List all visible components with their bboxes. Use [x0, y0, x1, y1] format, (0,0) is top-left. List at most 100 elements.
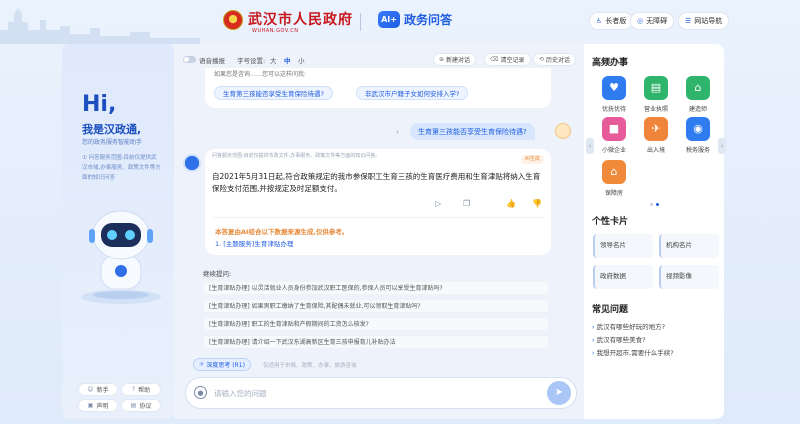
voice-toggle[interactable] — [183, 56, 196, 63]
header-divider — [360, 13, 361, 31]
font-size-medium[interactable]: 中 — [284, 55, 291, 65]
agreement-icon: ▤ — [130, 402, 137, 409]
ai-title: 政务问答 — [404, 13, 453, 27]
answer-divider — [212, 217, 544, 218]
clear-button[interactable]: ⌫ 清空记录 — [484, 53, 531, 66]
elder-icon: ♿ — [596, 17, 603, 25]
microphone-icon[interactable]: ● — [194, 386, 207, 399]
play-audio-icon[interactable]: ▷ — [435, 199, 441, 208]
skyline-decoration — [0, 8, 200, 44]
service-label: 小微企业 — [601, 147, 626, 154]
passport-icon: ✈ — [644, 117, 668, 141]
follow-up-question[interactable]: [生育津贴办理] 如果男职工缴纳了生育保险,其配偶未就业,可以领取生育津贴吗? — [203, 299, 549, 313]
help-button[interactable]: ? 帮助 — [121, 383, 161, 396]
faq-title: 常见问题 — [592, 305, 629, 315]
resend-icon[interactable]: ‹ — [396, 128, 399, 136]
assistant-intro: 我是汉政通, — [82, 123, 142, 136]
carousel-next-icon[interactable]: › — [718, 138, 726, 154]
barrier-free-button[interactable]: ◎ 无障碍 — [630, 12, 675, 30]
deep-think-toggle[interactable]: ⚛ 深度思考 (R1) — [193, 358, 251, 371]
agreement-button[interactable]: ▤ 协议 — [121, 399, 161, 412]
history-button[interactable]: ⟲ 历史对话 — [533, 53, 577, 66]
bot-avatar — [183, 154, 201, 172]
service-label: 出入境 — [646, 147, 665, 154]
service-item[interactable]: ✈ 出入境 — [638, 117, 674, 154]
carousel-prev-icon[interactable]: ‹ — [586, 138, 594, 154]
font-size-small[interactable]: 小 — [298, 55, 305, 65]
faq-item[interactable]: 我想开超市,需要什么手续? — [592, 347, 674, 357]
follow-up-question[interactable]: [生育津贴办理] 职工的生育津贴和产假期间的工资怎么核发? — [203, 317, 549, 331]
statement-label: 声明 — [96, 403, 109, 410]
site-nav-button[interactable]: ☰ 网站导航 — [678, 12, 730, 30]
carousel-dot[interactable] — [650, 203, 653, 206]
enterprise-icon: ■ — [602, 117, 626, 141]
org-card[interactable]: 机构名片 — [659, 234, 719, 258]
follow-up-question[interactable]: [生育津贴办理] 请介绍一下武汉东湖高新区生育三孩申报育儿补贴办法 — [203, 335, 549, 349]
thumbs-down-icon[interactable]: 👎 — [532, 199, 542, 208]
history-label: 历史对话 — [546, 57, 571, 64]
suggested-question-chip[interactable]: 生育第三孩能否享受生育保险待遇? — [214, 86, 333, 100]
hot-services-title: 高频办事 — [592, 58, 629, 68]
voice-label: 语音播报 — [199, 57, 225, 65]
site-nav-label: 网站导航 — [694, 17, 723, 25]
font-size-large[interactable]: 大 — [270, 55, 277, 65]
send-button[interactable]: ➤ — [547, 381, 571, 405]
video-card[interactable]: 视频影像 — [659, 265, 719, 289]
deep-think-hint: 仅适用于市情、政策、办事、旅游咨询 — [263, 363, 357, 369]
suggested-question-chip[interactable]: 非武汉市户籍子女如何安排入学? — [356, 86, 469, 100]
cards-title: 个性卡片 — [592, 217, 629, 227]
tax-icon: ◉ — [686, 117, 710, 141]
service-label: 优抚优待 — [601, 106, 626, 113]
carousel-dots — [650, 203, 659, 206]
service-label: 保障房 — [604, 190, 623, 197]
statement-button[interactable]: ▣ 声明 — [78, 399, 118, 412]
answer-scope-note: 问答服务范围:目前仅提供市政文件,办事服务、政策文件等方面的知识问答。 — [212, 153, 381, 159]
carousel-dot-active[interactable] — [656, 203, 659, 206]
clear-label: 清空记录 — [500, 57, 525, 64]
barrier-free-label: 无障碍 — [646, 17, 668, 25]
thumbs-up-icon[interactable]: 👍 — [506, 199, 516, 208]
newbie-button[interactable]: ☺ 新手 — [78, 383, 118, 396]
service-item[interactable]: ⌂ 建造师 — [680, 76, 716, 113]
user-avatar — [555, 123, 571, 139]
question-input[interactable] — [214, 386, 534, 400]
deep-think-label: 深度思考 (R1) — [206, 362, 245, 369]
leader-card[interactable]: 领导名片 — [593, 234, 653, 258]
license-icon: ▤ — [644, 76, 668, 100]
assistant-subtitle: 您的政务服务智能助手 — [82, 139, 143, 146]
service-item[interactable]: ■ 小微企业 — [596, 117, 632, 154]
faq-item[interactable]: 武汉有哪些美食? — [592, 334, 646, 344]
service-item[interactable]: ◉ 税务服务 — [680, 117, 716, 154]
copy-icon[interactable]: ❐ — [463, 199, 470, 208]
site-nav-icon: ☰ — [685, 17, 692, 25]
answer-text: 自2021年5月31日起,符合政策规定的我市参保职工生育三孩的生育医疗费用和生育… — [212, 172, 541, 193]
new-chat-icon: ⊕ — [439, 56, 445, 63]
gov-url: WUHAN.GOV.CN — [252, 28, 299, 34]
deep-think-icon: ⚛ — [199, 361, 205, 368]
reference-link[interactable]: 1. [主题服务]生育津贴办理 — [215, 238, 293, 248]
gov-data-card[interactable]: 政府数据 — [593, 265, 653, 289]
newbie-label: 新手 — [96, 387, 109, 394]
faq-item[interactable]: 武汉有哪些好玩的地方? — [592, 321, 665, 331]
send-icon: ➤ — [554, 387, 564, 398]
reference-title: 本答复由AI结合以下数据来源生成,仅供参考。 — [215, 228, 349, 236]
new-chat-button[interactable]: ⊕ 新建对话 — [433, 53, 477, 66]
elder-label: 长者版 — [605, 17, 627, 25]
ai-badge-icon: AI+ — [378, 11, 400, 28]
gov-title[interactable]: 武汉市人民政府 — [248, 9, 353, 29]
smile-icon: ☺ — [87, 386, 94, 393]
statement-icon: ▣ — [87, 402, 94, 409]
service-item[interactable]: ⌂ 保障房 — [596, 160, 632, 197]
gov-emblem-icon — [223, 10, 243, 30]
elder-mode-button[interactable]: ♿ 长者版 — [589, 12, 634, 30]
follow-up-title: 继续提问: — [203, 270, 232, 278]
agreement-label: 协议 — [139, 403, 152, 410]
heart-icon: ♥ — [602, 76, 626, 100]
help-icon: ? — [131, 386, 136, 393]
service-item[interactable]: ▤ 营业执照 — [638, 76, 674, 113]
service-item[interactable]: ♥ 优抚优待 — [596, 76, 632, 113]
previous-answer-text: 如果您是咨询……您可以这样问我: — [214, 71, 307, 78]
ai-generated-badge: AI生成 — [521, 155, 544, 164]
follow-up-question[interactable]: [生育津贴办理] 以灵活就业人员身份参加武汉职工医保的,参保人员可以享受生育津贴… — [203, 281, 549, 295]
font-size-label: 字号设置: — [237, 57, 266, 65]
